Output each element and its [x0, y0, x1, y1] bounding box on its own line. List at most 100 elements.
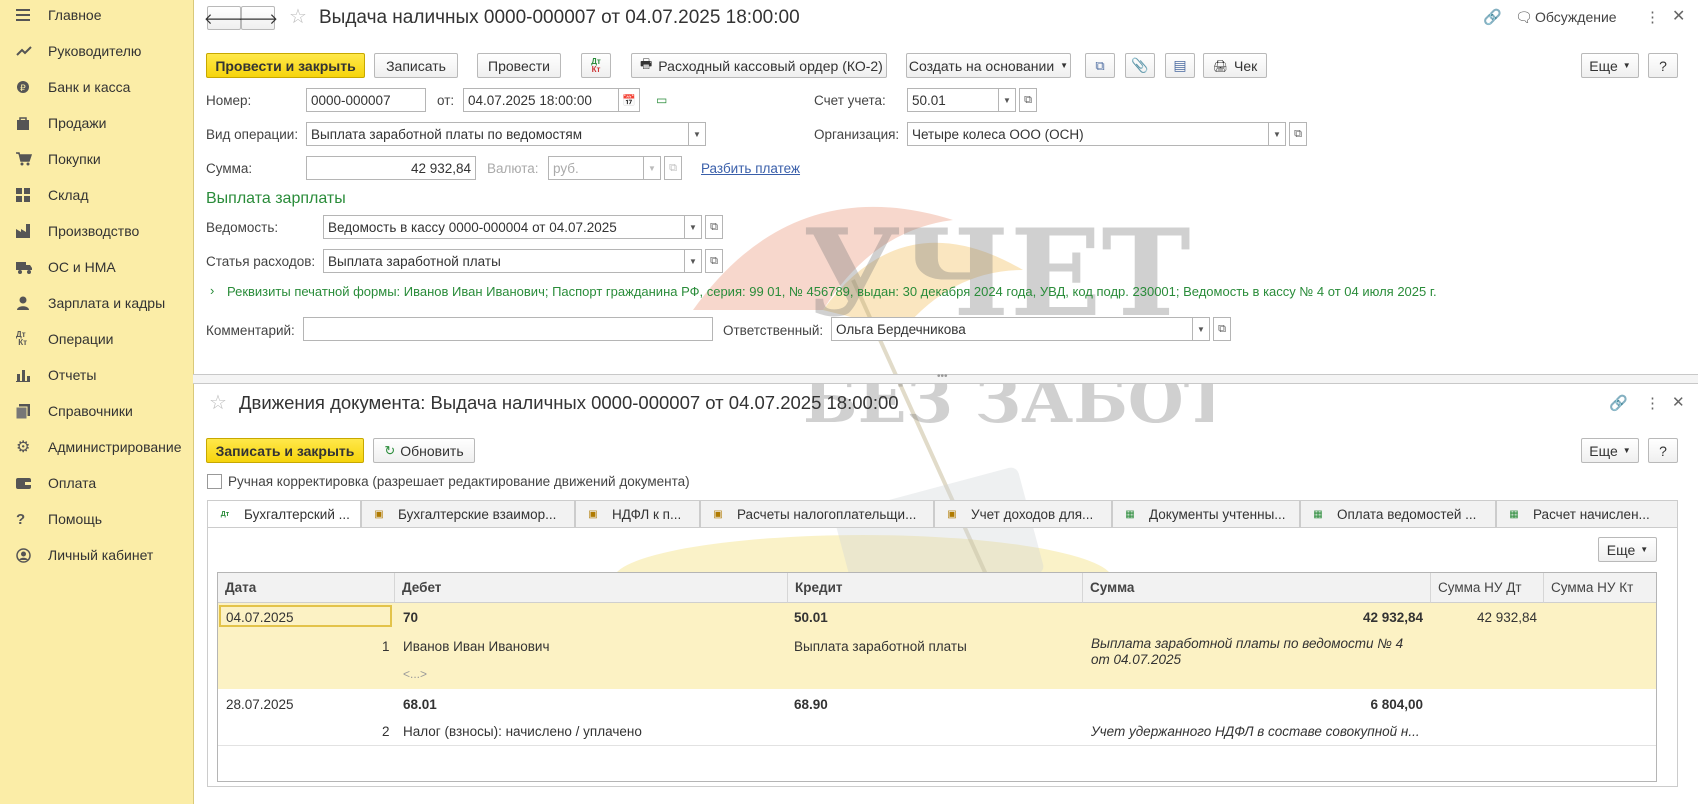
close-icon[interactable]: ✕ — [1672, 6, 1685, 26]
history-icon[interactable]: ▭ — [656, 93, 667, 107]
sidebar-item-salary[interactable]: Зарплата и кадры — [0, 285, 193, 321]
number-field[interactable]: 0000-000007 — [306, 88, 426, 112]
account-label: Счет учета: — [814, 93, 886, 108]
account-open-button[interactable]: ⧉ — [1019, 88, 1037, 112]
sidebar-item-sales[interactable]: Продажи — [0, 105, 193, 141]
organization-open-button[interactable]: ⧉ — [1289, 122, 1307, 146]
cell-credit-subconto: Выплата заработной платы — [794, 639, 967, 654]
organization-dropdown[interactable]: ▼ — [1268, 122, 1286, 146]
tab-income[interactable]: ▣ Учет доходов для... — [934, 500, 1112, 527]
tab-taxpayer[interactable]: ▣ Расчеты налогоплательщи... — [700, 500, 934, 527]
organization-field[interactable]: Четыре колеса ООО (ОСН) — [907, 122, 1269, 146]
more-vertical-icon[interactable]: ⋮ — [1645, 394, 1660, 412]
chevron-right-icon[interactable]: › — [210, 283, 214, 298]
expense-open-button[interactable]: ⧉ — [705, 249, 723, 273]
more-button[interactable]: Еще ▼ — [1581, 438, 1639, 463]
column-header-sum[interactable]: Сумма — [1083, 573, 1431, 603]
column-header-sum-nu-kt[interactable]: Сумма НУ Кт — [1544, 573, 1656, 603]
help-button[interactable]: ? — [1648, 53, 1678, 78]
statement-field[interactable]: Ведомость в кассу 0000-000004 от 04.07.2… — [323, 215, 685, 239]
tab-label: Расчет начислен... — [1533, 506, 1650, 522]
split-payment-link[interactable]: Разбить платеж — [701, 161, 800, 176]
favorite-star-icon[interactable]: ☆ — [289, 4, 307, 29]
statement-open-button[interactable]: ⧉ — [705, 215, 723, 239]
sidebar-item-payment[interactable]: Оплата — [0, 465, 193, 501]
cell-credit: 50.01 — [794, 610, 828, 625]
favorite-star-icon[interactable]: ☆ — [209, 390, 227, 415]
sidebar-item-main[interactable]: Главное — [0, 0, 193, 33]
sidebar-item-reports[interactable]: Отчеты — [0, 357, 193, 393]
sum-field[interactable]: 42 932,84 — [306, 156, 476, 180]
forward-button[interactable]: 🡒 — [238, 6, 278, 30]
sidebar-item-help[interactable]: ? Помощь — [0, 501, 193, 537]
column-header-credit[interactable]: Кредит — [788, 573, 1083, 603]
check-button[interactable]: 🖨 Чек — [1203, 53, 1267, 78]
link-icon[interactable]: 🔗 — [1483, 8, 1502, 26]
manual-correction-checkbox[interactable] — [207, 474, 222, 489]
calendar-button[interactable]: 📅 — [618, 88, 640, 112]
sidebar-item-assets[interactable]: ОС и НМА — [0, 249, 193, 285]
sidebar-item-manager[interactable]: Руководителю — [0, 33, 193, 69]
dt-kt-button[interactable]: Дт Кт — [581, 53, 611, 78]
discussion-link[interactable]: Обсуждение — [1535, 9, 1617, 25]
operation-field[interactable]: Выплата заработной платы по ведомостям — [306, 122, 689, 146]
splitter-handle-icon[interactable]: ••• — [937, 371, 948, 382]
more-vertical-icon[interactable]: ⋮ — [1645, 8, 1660, 26]
expense-dropdown[interactable]: ▼ — [684, 249, 702, 273]
statement-dropdown[interactable]: ▼ — [684, 215, 702, 239]
responsible-dropdown[interactable]: ▼ — [1192, 317, 1210, 341]
column-header-sum-nu-dt[interactable]: Сумма НУ Дт — [1431, 573, 1544, 603]
structure-button[interactable]: ⧉ — [1085, 53, 1115, 78]
tab-accounting[interactable]: Дт Бухгалтерский ... — [207, 500, 361, 528]
print-details-link[interactable]: Реквизиты печатной формы: Иванов Иван Ив… — [227, 284, 1437, 299]
link-icon[interactable]: 🔗 — [1609, 394, 1628, 412]
sidebar-item-operations[interactable]: Дт Кт Операции — [0, 321, 193, 357]
table-row[interactable]: 28.07.2025 2 68.01 Налог (взносы): начис… — [218, 689, 1656, 746]
operation-dropdown[interactable]: ▼ — [688, 122, 706, 146]
create-based-on-button[interactable]: Создать на основании ▼ — [906, 53, 1071, 78]
comment-field[interactable] — [303, 317, 713, 341]
sidebar-item-label: Руководителю — [48, 43, 142, 59]
discussion-icon[interactable]: 🗨 — [1515, 9, 1533, 26]
sidebar-item-bank[interactable]: ₽ Банк и касса — [0, 69, 193, 105]
dt-kt-icon: Дт Кт — [16, 330, 28, 347]
column-header-debit[interactable]: Дебет — [395, 573, 788, 603]
print-cash-order-button[interactable]: 🖶 Расходный кассовый ордер (КО-2) — [631, 53, 887, 78]
sidebar-item-purchases[interactable]: Покупки — [0, 141, 193, 177]
tab-accrual[interactable]: ▦ Расчет начислен... — [1496, 500, 1678, 527]
post-and-close-button[interactable]: Провести и закрыть — [206, 53, 365, 78]
table-row[interactable]: 04.07.2025 1 70 Иванов Иван Иванович <..… — [218, 603, 1656, 690]
account-dropdown[interactable]: ▼ — [998, 88, 1016, 112]
help-button[interactable]: ? — [1648, 438, 1678, 463]
responsible-field[interactable]: Ольга Бердечникова — [831, 317, 1193, 341]
refresh-button[interactable]: ↻ Обновить — [373, 438, 475, 463]
close-icon[interactable]: ✕ — [1672, 393, 1685, 411]
sidebar-item-production[interactable]: Производство — [0, 213, 193, 249]
save-and-close-button[interactable]: Записать и закрыть — [206, 438, 364, 463]
column-header-date[interactable]: Дата — [218, 573, 395, 603]
expense-field[interactable]: Выплата заработной платы — [323, 249, 685, 273]
back-button[interactable]: 🡐 — [204, 6, 244, 30]
post-button[interactable]: Провести — [477, 53, 561, 78]
journal-button[interactable]: ▤ — [1165, 53, 1195, 78]
page-title: Выдача наличных 0000-000007 от 04.07.202… — [319, 7, 800, 28]
create-based-on-label: Создать на основании — [908, 57, 1055, 74]
open-icon: ⧉ — [710, 254, 718, 267]
sidebar-item-account[interactable]: Личный кабинет — [0, 537, 193, 573]
cell-sum: 6 804,00 — [1370, 697, 1423, 712]
tab-statement-payment[interactable]: ▦ Оплата ведомостей ... — [1300, 500, 1496, 527]
tab-documents[interactable]: ▦ Документы учтенны... — [1112, 500, 1300, 527]
save-button[interactable]: Записать — [374, 53, 458, 78]
more-button[interactable]: Еще ▼ — [1581, 53, 1639, 78]
sidebar-item-references[interactable]: Справочники — [0, 393, 193, 429]
sidebar-item-warehouse[interactable]: Склад — [0, 177, 193, 213]
tab-settlements[interactable]: ▣ Бухгалтерские взаимор... — [361, 500, 575, 527]
account-field[interactable]: 50.01 — [907, 88, 999, 112]
table-icon: ▦ — [1313, 508, 1323, 520]
attach-button[interactable]: 📎 — [1125, 53, 1155, 78]
date-field[interactable]: 04.07.2025 18:00:00 — [463, 88, 619, 112]
grid-more-button[interactable]: Еще ▼ — [1598, 537, 1657, 562]
sidebar-item-admin[interactable]: ⚙ Администрирование — [0, 429, 193, 465]
tab-ndfl[interactable]: ▣ НДФЛ к п... — [575, 500, 700, 527]
responsible-open-button[interactable]: ⧉ — [1213, 317, 1231, 341]
